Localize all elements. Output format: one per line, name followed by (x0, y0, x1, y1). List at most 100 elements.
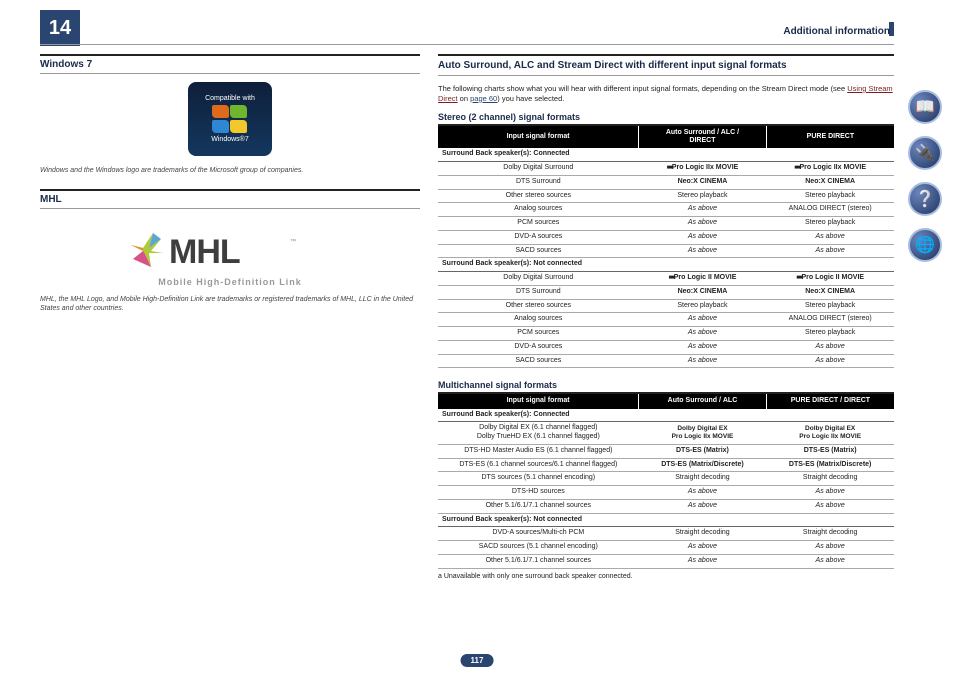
cell: Straight decoding (766, 527, 894, 541)
help-icon[interactable]: ❔ (908, 182, 942, 216)
connect-icon[interactable]: 🔌 (908, 136, 942, 170)
table-row: SACD sourcesAs aboveAs above (438, 354, 894, 368)
table-row: Other 5.1/6.1/7.1 channel sourcesAs abov… (438, 554, 894, 568)
cell: As above (766, 541, 894, 555)
table-row: Other stereo sourcesStereo playbackStere… (438, 299, 894, 313)
cell: DTS-ES (Matrix) (639, 444, 767, 458)
cell: Stereo playback (639, 299, 767, 313)
stereo-heading: Stereo (2 channel) signal formats (438, 112, 894, 126)
compat-bottom: Windows®7 (211, 136, 248, 143)
table-header: PURE DIRECT (766, 126, 894, 149)
mhl-logo: MHL ™ Mobile High-Definition Link (120, 223, 340, 287)
cell: Straight decoding (639, 472, 767, 486)
table-header: Input signal format (438, 394, 639, 408)
mhl-subtitle: Mobile High-Definition Link (120, 277, 340, 287)
cell: Stereo playback (766, 189, 894, 203)
cell: Dolby Digital Surround (438, 272, 639, 286)
cell: As above (639, 499, 767, 513)
table-row: Analog sourcesAs aboveANALOG DIRECT (ste… (438, 203, 894, 217)
left-column: Windows 7 Compatible with Windows®7 Wind… (40, 54, 420, 665)
table-row: DTS SurroundNeo:X CINEMANeo:X CINEMA (438, 285, 894, 299)
table-header: PURE DIRECT / DIRECT (766, 394, 894, 408)
cell: DTS Surround (438, 285, 639, 299)
cell: Straight decoding (639, 527, 767, 541)
cell: Pro Logic IIx MOVIE (766, 162, 894, 176)
cell: As above (766, 230, 894, 244)
table-header: Auto Surround / ALC / DIRECT (639, 126, 767, 149)
cell: Pro Logic II MOVIE (639, 272, 767, 286)
table-row: DTS-ES (6.1 channel sources/6.1 channel … (438, 458, 894, 472)
cell: SACD sources (438, 244, 639, 258)
right-column: Auto Surround, ALC and Stream Direct wit… (438, 54, 894, 665)
sidebar-nav: 📖 🔌 ❔ 🌐 (908, 90, 946, 262)
mhl-heading: MHL (40, 189, 420, 209)
section-title: Additional information (783, 26, 890, 37)
cell: Dolby Digital EX Pro Logic IIx MOVIE (639, 422, 767, 445)
cell: As above (639, 340, 767, 354)
group-cell: Surround Back speaker(s): Not connected (438, 513, 894, 527)
table-row: DTS-HD sourcesAs aboveAs above (438, 486, 894, 500)
page-link[interactable]: page 60 (470, 94, 497, 103)
cell: PCM sources (438, 327, 639, 341)
table-header: Auto Surround / ALC (639, 394, 767, 408)
cell: Neo:X CINEMA (639, 285, 767, 299)
compat-top: Compatible with (205, 95, 255, 102)
cell: Dolby Digital EX Pro Logic IIx MOVIE (766, 422, 894, 445)
cell: DTS-ES (Matrix/Discrete) (766, 458, 894, 472)
cell: Neo:X CINEMA (639, 175, 767, 189)
windows-trademark-note: Windows and the Windows logo are tradema… (40, 166, 420, 175)
intro-text: The following charts show what you will … (438, 84, 894, 104)
cell: DTS-HD Master Audio ES (6.1 channel flag… (438, 444, 639, 458)
cell: DVD-A sources (438, 230, 639, 244)
cell: Straight decoding (766, 472, 894, 486)
cell: Analog sources (438, 203, 639, 217)
cell: Dolby Digital EX (6.1 channel flagged)Do… (438, 422, 639, 445)
table-row: DVD-A sourcesAs aboveAs above (438, 340, 894, 354)
cell: As above (639, 541, 767, 555)
cell: DTS-ES (6.1 channel sources/6.1 channel … (438, 458, 639, 472)
table-row: Surround Back speaker(s): Connected (438, 409, 894, 422)
table-row: Surround Back speaker(s): Connected (438, 148, 894, 161)
cell: As above (639, 327, 767, 341)
cell: As above (639, 313, 767, 327)
cell: Other 5.1/6.1/7.1 channel sources (438, 554, 639, 568)
cell: SACD sources (5.1 channel encoding) (438, 541, 639, 555)
table-row: DVD-A sourcesAs aboveAs above (438, 230, 894, 244)
table-row: SACD sources (5.1 channel encoding)As ab… (438, 541, 894, 555)
cell: ANALOG DIRECT (stereo) (766, 313, 894, 327)
cell: As above (639, 244, 767, 258)
table-row: Other 5.1/6.1/7.1 channel sourcesAs abov… (438, 499, 894, 513)
table-row: Surround Back speaker(s): Not connected (438, 513, 894, 527)
cell: As above (766, 499, 894, 513)
windows7-logo: Compatible with Windows®7 (188, 82, 272, 156)
cell: As above (639, 230, 767, 244)
book-icon[interactable]: 📖 (908, 90, 942, 124)
cell: Other 5.1/6.1/7.1 channel sources (438, 499, 639, 513)
cell: Stereo playback (639, 189, 767, 203)
cell: DVD-A sources (438, 340, 639, 354)
table-row: DVD-A sources/Multi-ch PCMStraight decod… (438, 527, 894, 541)
cell: DTS-ES (Matrix/Discrete) (639, 458, 767, 472)
main-heading: Auto Surround, ALC and Stream Direct wit… (438, 54, 894, 76)
chapter-badge: 14 (40, 10, 80, 46)
cell: DTS-HD sources (438, 486, 639, 500)
mhl-trademark-note: MHL, the MHL Logo, and Mobile High-Defin… (40, 295, 420, 313)
cell: Neo:X CINEMA (766, 175, 894, 189)
windows7-heading: Windows 7 (40, 54, 420, 74)
table-row: DTS SurroundNeo:X CINEMANeo:X CINEMA (438, 175, 894, 189)
footnote-a: a Unavailable with only one surround bac… (438, 573, 894, 580)
table-row: PCM sourcesAs aboveStereo playback (438, 217, 894, 231)
group-cell: Surround Back speaker(s): Connected (438, 409, 894, 422)
cell: Stereo playback (766, 217, 894, 231)
windows-flag-icon (212, 105, 248, 133)
cell: As above (766, 244, 894, 258)
globe-icon[interactable]: 🌐 (908, 228, 942, 262)
cell: Pro Logic IIx MOVIE (639, 162, 767, 176)
cell: As above (766, 486, 894, 500)
page-number: 117 (461, 654, 494, 667)
cell: As above (766, 354, 894, 368)
cell: Dolby Digital Surround (438, 162, 639, 176)
cell: Stereo playback (766, 327, 894, 341)
cell: Neo:X CINEMA (766, 285, 894, 299)
cell: DTS sources (5.1 channel encoding) (438, 472, 639, 486)
